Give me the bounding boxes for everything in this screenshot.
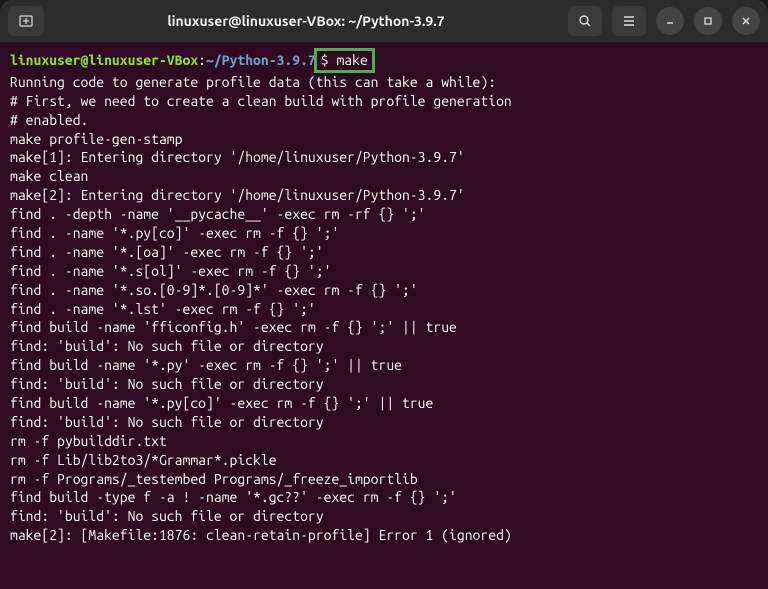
maximize-button[interactable]	[694, 7, 722, 35]
new-tab-icon	[18, 13, 34, 29]
prompt-symbol: $	[321, 52, 337, 68]
output-line: make clean	[10, 167, 758, 186]
terminal-body[interactable]: linuxuser@linuxuser-VBox:~/Python-3.9.7$…	[0, 42, 768, 589]
output-line: make[2]: [Makefile:1876: clean-retain-pr…	[10, 526, 758, 545]
output-line: find build -name '*.py' -exec rm -f {} '…	[10, 356, 758, 375]
window-title: linuxuser@linuxuser-VBox: ~/Python-3.9.7	[44, 13, 568, 29]
output-line: rm -f Programs/_testembed Programs/_free…	[10, 470, 758, 489]
highlighted-command: $ make	[314, 48, 375, 73]
output-line: make profile-gen-stamp	[10, 130, 758, 149]
output-line: find . -name '*.s[ol]' -exec rm -f {} ';…	[10, 262, 758, 281]
output-line: find: 'build': No such file or directory	[10, 375, 758, 394]
output-line: find build -name '*.py[co]' -exec rm -f …	[10, 394, 758, 413]
minimize-icon	[664, 15, 676, 27]
prompt-user-host: linuxuser@linuxuser-VBox	[10, 52, 198, 68]
menu-button[interactable]	[612, 6, 646, 36]
output-line: make[1]: Entering directory '/home/linux…	[10, 148, 758, 167]
output-line: rm -f pybuilddir.txt	[10, 432, 758, 451]
output-line: find . -depth -name '__pycache__' -exec …	[10, 205, 758, 224]
minimize-button[interactable]	[656, 7, 684, 35]
hamburger-icon	[622, 14, 636, 28]
output-line: find: 'build': No such file or directory	[10, 507, 758, 526]
close-icon	[740, 15, 752, 27]
command-text: make	[336, 52, 367, 68]
titlebar-left	[8, 6, 44, 36]
search-icon	[578, 14, 592, 28]
output-line: find: 'build': No such file or directory	[10, 413, 758, 432]
new-tab-button[interactable]	[8, 6, 44, 36]
output-line: find . -name '*.[oa]' -exec rm -f {} ';'	[10, 243, 758, 262]
output-line: # enabled.	[10, 111, 758, 130]
prompt-line: linuxuser@linuxuser-VBox:~/Python-3.9.7$…	[10, 48, 758, 73]
output-line: Running code to generate profile data (t…	[10, 73, 758, 92]
search-button[interactable]	[568, 6, 602, 36]
output-line: find . -name '*.so.[0-9]*.[0-9]*' -exec …	[10, 281, 758, 300]
prompt-path: ~/Python-3.9.7	[206, 52, 316, 68]
output-line: find build -type f -a ! -name '*.gc??' -…	[10, 488, 758, 507]
output-line: find build -name 'fficonfig.h' -exec rm …	[10, 318, 758, 337]
output-line: find: 'build': No such file or directory	[10, 337, 758, 356]
maximize-icon	[702, 15, 714, 27]
prompt-separator: :	[198, 52, 206, 68]
titlebar-right	[568, 6, 760, 36]
output-line: find . -name '*.lst' -exec rm -f {} ';'	[10, 300, 758, 319]
window-titlebar: linuxuser@linuxuser-VBox: ~/Python-3.9.7	[0, 0, 768, 42]
output-container: Running code to generate profile data (t…	[10, 73, 758, 545]
output-line: rm -f Lib/lib2to3/*Grammar*.pickle	[10, 451, 758, 470]
output-line: make[2]: Entering directory '/home/linux…	[10, 186, 758, 205]
output-line: # First, we need to create a clean build…	[10, 92, 758, 111]
output-line: find . -name '*.py[co]' -exec rm -f {} '…	[10, 224, 758, 243]
close-button[interactable]	[732, 7, 760, 35]
